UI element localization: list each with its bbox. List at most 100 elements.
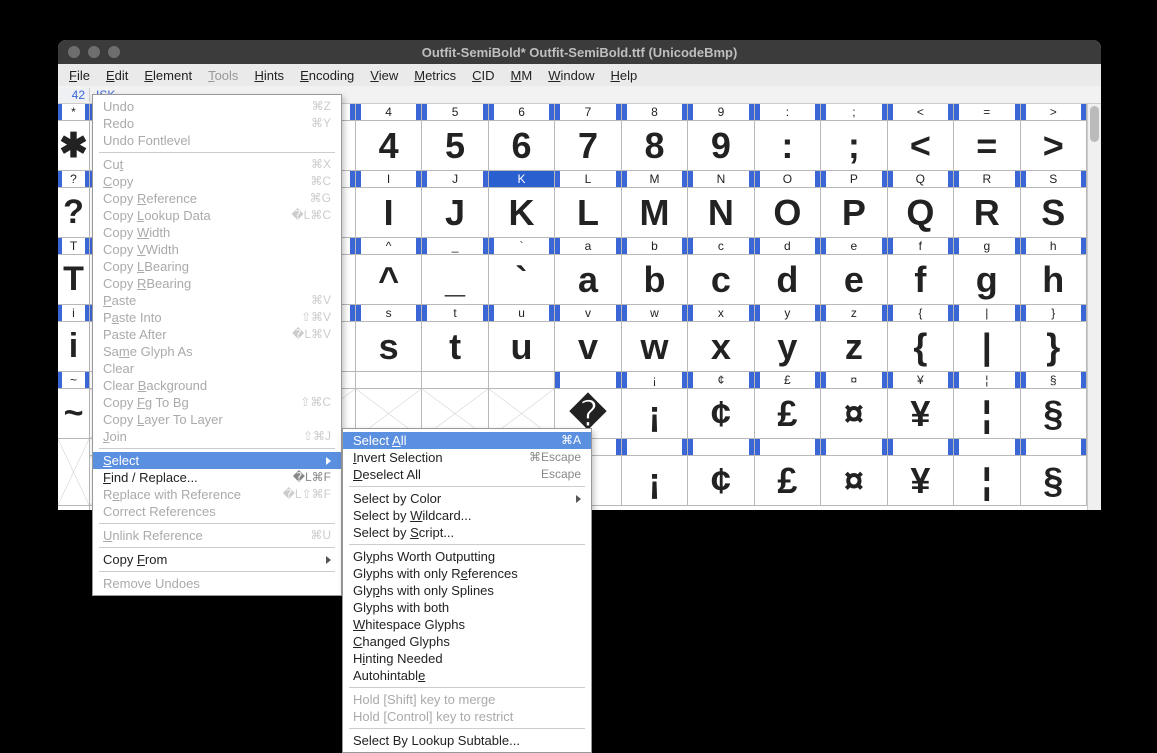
menu-edit[interactable]: Edit <box>99 66 135 85</box>
glyph-cell[interactable]: 55 <box>422 104 488 171</box>
glyph-index[interactable]: 42 <box>58 88 90 102</box>
side-row[interactable]: *✱ <box>58 104 89 171</box>
glyph-cell[interactable]: tt <box>422 305 488 372</box>
side-row[interactable]: ii <box>58 305 89 372</box>
glyph-cell[interactable]: }} <box>1021 305 1087 372</box>
glyph-cell[interactable]: ss <box>356 305 422 372</box>
menu-cid[interactable]: CID <box>465 66 501 85</box>
glyph-cell[interactable]: uu <box>489 305 555 372</box>
glyph-cell[interactable]: PP <box>821 171 887 238</box>
glyph-cell[interactable]: KK <box>489 171 555 238</box>
minimize-icon[interactable] <box>88 46 100 58</box>
glyph-cell[interactable]: << <box>888 104 954 171</box>
glyph-cell[interactable]: SS <box>1021 171 1087 238</box>
edit-menu[interactable]: Undo⌘ZRedo⌘YUndo FontlevelCut⌘XCopy⌘CCop… <box>92 94 342 596</box>
menu-item[interactable]: Glyphs with only References <box>343 565 591 582</box>
side-row[interactable]: ?? <box>58 171 89 238</box>
glyph-cell[interactable]: `` <box>489 238 555 305</box>
side-row[interactable] <box>58 439 89 506</box>
glyph-cell[interactable]: bb <box>622 238 688 305</box>
glyph-cell[interactable]: dd <box>755 238 821 305</box>
menu-item[interactable]: Copy From <box>93 551 341 568</box>
menu-item[interactable]: Autohintable <box>343 667 591 684</box>
glyph-cell[interactable]: 99 <box>688 104 754 171</box>
menu-view[interactable]: View <box>363 66 405 85</box>
glyph-cell[interactable]: ww <box>622 305 688 372</box>
glyph-cell[interactable]: yy <box>755 305 821 372</box>
glyph-cell[interactable]: hh <box>1021 238 1087 305</box>
glyph-cell[interactable]: || <box>954 305 1020 372</box>
menu-item[interactable]: Select <box>93 452 341 469</box>
glyph-cell[interactable]: ¥¥ <box>888 372 954 439</box>
glyph-cell[interactable]: 77 <box>555 104 621 171</box>
glyph-cell[interactable]: {{ <box>888 305 954 372</box>
menu-item[interactable]: Deselect AllEscape <box>343 466 591 483</box>
scroll-thumb[interactable] <box>1090 106 1099 142</box>
glyph-cell[interactable]: ¦ <box>954 439 1020 506</box>
menu-item[interactable]: Hinting Needed <box>343 650 591 667</box>
menu-tools[interactable]: Tools <box>201 66 245 85</box>
menu-file[interactable]: File <box>62 66 97 85</box>
glyph-cell[interactable]: ff <box>888 238 954 305</box>
menu-item[interactable]: Select All⌘A <box>343 432 591 449</box>
select-submenu[interactable]: Select All⌘AInvert Selection⌘EscapeDesel… <box>342 428 592 753</box>
glyph-cell[interactable]: LL <box>555 171 621 238</box>
glyph-cell[interactable]: cc <box>688 238 754 305</box>
glyph-cell[interactable]: ¡ <box>622 439 688 506</box>
glyph-cell[interactable]: QQ <box>888 171 954 238</box>
menu-item[interactable]: Changed Glyphs <box>343 633 591 650</box>
menu-item[interactable]: Glyphs with both <box>343 599 591 616</box>
menu-item[interactable]: Select By Lookup Subtable... <box>343 732 591 749</box>
glyph-cell[interactable]: ¥ <box>888 439 954 506</box>
glyph-cell[interactable]: ¡¡ <box>622 372 688 439</box>
glyph-cell[interactable]: II <box>356 171 422 238</box>
menu-element[interactable]: Element <box>137 66 199 85</box>
glyph-cell[interactable]: ¤ <box>821 439 887 506</box>
glyph-cell[interactable]: ;; <box>821 104 887 171</box>
menu-item[interactable]: Select by Script... <box>343 524 591 541</box>
menu-item[interactable]: Select by Wildcard... <box>343 507 591 524</box>
glyph-cell[interactable]: ¢ <box>688 439 754 506</box>
menu-item[interactable]: Glyphs with only Splines <box>343 582 591 599</box>
glyph-cell[interactable]: ¢¢ <box>688 372 754 439</box>
glyph-cell[interactable]: 66 <box>489 104 555 171</box>
glyph-cell[interactable]: ¦¦ <box>954 372 1020 439</box>
glyph-cell[interactable]: gg <box>954 238 1020 305</box>
glyph-cell[interactable]: zz <box>821 305 887 372</box>
menu-hints[interactable]: Hints <box>247 66 291 85</box>
close-icon[interactable] <box>68 46 80 58</box>
menu-mm[interactable]: MM <box>504 66 540 85</box>
glyph-cell[interactable]: xx <box>688 305 754 372</box>
glyph-cell[interactable]: vv <box>555 305 621 372</box>
menu-encoding[interactable]: Encoding <box>293 66 361 85</box>
glyph-cell[interactable]: OO <box>755 171 821 238</box>
zoom-icon[interactable] <box>108 46 120 58</box>
menu-window[interactable]: Window <box>541 66 601 85</box>
menu-item[interactable]: Glyphs Worth Outputting <box>343 548 591 565</box>
glyph-cell[interactable]: ££ <box>755 372 821 439</box>
menu-item[interactable]: Find / Replace...�L⌘F <box>93 469 341 486</box>
menu-item[interactable]: Whitespace Glyphs <box>343 616 591 633</box>
glyph-cell[interactable]: __ <box>422 238 488 305</box>
glyph-cell[interactable]: § <box>1021 439 1087 506</box>
menu-item[interactable]: Select by Color <box>343 490 591 507</box>
glyph-cell[interactable]: JJ <box>422 171 488 238</box>
glyph-cell[interactable]: :: <box>755 104 821 171</box>
glyph-cell[interactable]: == <box>954 104 1020 171</box>
glyph-cell[interactable]: 88 <box>622 104 688 171</box>
glyph-cell[interactable]: ¤¤ <box>821 372 887 439</box>
glyph-cell[interactable]: aa <box>555 238 621 305</box>
scrollbar[interactable] <box>1087 104 1101 510</box>
side-row[interactable]: TT <box>58 238 89 305</box>
glyph-cell[interactable]: RR <box>954 171 1020 238</box>
glyph-cell[interactable]: MM <box>622 171 688 238</box>
glyph-cell[interactable]: §§ <box>1021 372 1087 439</box>
glyph-cell[interactable]: 44 <box>356 104 422 171</box>
side-row[interactable]: ~~ <box>58 372 89 439</box>
glyph-cell[interactable]: £ <box>755 439 821 506</box>
glyph-cell[interactable]: ^^ <box>356 238 422 305</box>
glyph-cell[interactable]: NN <box>688 171 754 238</box>
glyph-cell[interactable]: ee <box>821 238 887 305</box>
menu-item[interactable]: Invert Selection⌘Escape <box>343 449 591 466</box>
menu-help[interactable]: Help <box>603 66 644 85</box>
